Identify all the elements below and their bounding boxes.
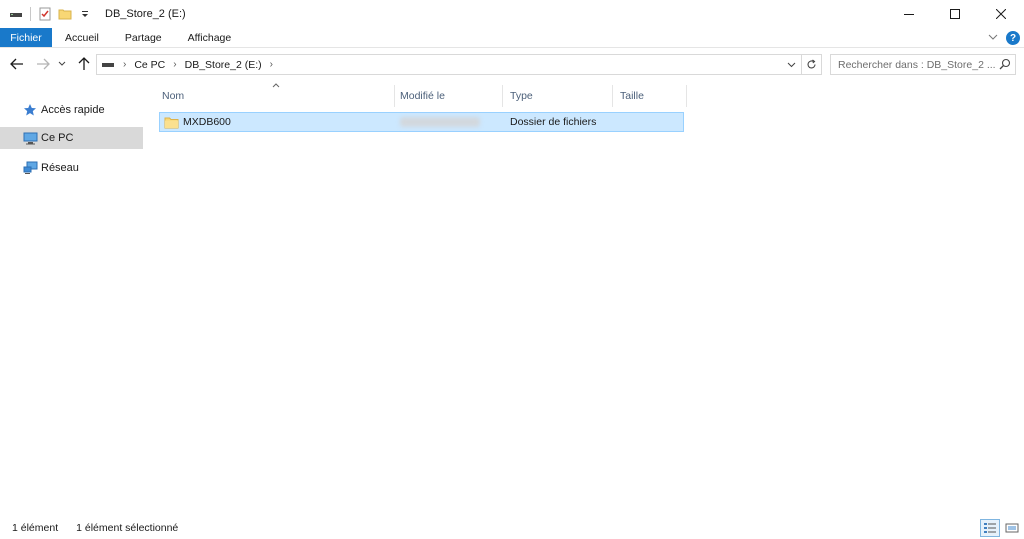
modified-cell — [400, 113, 480, 131]
large-icons-view-icon — [1005, 523, 1019, 533]
status-bar: 1 élément 1 élément sélectionné — [0, 517, 1024, 539]
selection-count: 1 élément sélectionné — [76, 522, 179, 534]
column-header-nom[interactable]: Nom — [162, 85, 394, 107]
nav-item-label: Accès rapide — [41, 104, 105, 116]
nav-item-acces-rapide[interactable]: Accès rapide — [0, 99, 143, 121]
address-dropdown-button[interactable] — [783, 57, 799, 72]
star-icon — [22, 102, 38, 118]
breadcrumb-chevron-icon[interactable]: › — [123, 59, 126, 70]
tab-affichage[interactable]: Affichage — [175, 28, 245, 47]
column-divider[interactable] — [394, 85, 395, 107]
breadcrumb-chevron-icon[interactable]: › — [173, 59, 176, 70]
new-folder-icon[interactable] — [57, 6, 73, 22]
breadcrumb-ce-pc[interactable]: Ce PC — [134, 59, 165, 71]
column-divider[interactable] — [686, 85, 687, 107]
file-list: Nom Modifié le Type Taille MXDB600 Dossi… — [143, 80, 1024, 510]
search-input[interactable] — [838, 58, 998, 71]
tab-fichier[interactable]: Fichier — [0, 28, 52, 47]
close-button[interactable] — [978, 0, 1024, 28]
column-divider[interactable] — [612, 85, 613, 107]
maximize-button[interactable] — [932, 0, 978, 28]
table-row[interactable]: MXDB600 Dossier de fichiers — [159, 112, 684, 132]
quick-access-toolbar — [0, 0, 97, 28]
close-icon — [996, 9, 1006, 19]
title-bar: DB_Store_2 (E:) — [0, 0, 1024, 28]
name-cell: MXDB600 — [164, 113, 231, 131]
details-view-button[interactable] — [980, 519, 1000, 537]
minimize-button[interactable] — [886, 0, 932, 28]
properties-icon[interactable] — [37, 6, 53, 22]
ribbon-tabs: Fichier Accueil Partage Affichage ? — [0, 28, 1024, 48]
maximize-icon — [950, 9, 960, 19]
window-title: DB_Store_2 (E:) — [105, 8, 186, 20]
nav-item-reseau[interactable]: Réseau — [0, 157, 143, 179]
toolbar-separator — [30, 7, 31, 21]
arrow-up-icon — [78, 57, 90, 70]
recent-locations-button[interactable] — [56, 55, 68, 73]
nav-item-label: Ce PC — [41, 132, 74, 144]
forward-button[interactable] — [34, 55, 52, 73]
item-count: 1 élément — [12, 522, 59, 534]
folder-icon — [164, 116, 179, 129]
arrow-left-icon — [10, 58, 23, 70]
column-divider[interactable] — [502, 85, 503, 107]
arrow-right-icon — [37, 58, 50, 70]
drive-icon[interactable] — [8, 6, 24, 22]
drive-icon — [101, 61, 115, 69]
nav-item-ce-pc[interactable]: Ce PC — [0, 127, 143, 149]
back-button[interactable] — [8, 55, 26, 73]
search-box[interactable] — [830, 54, 1016, 75]
navigation-pane: Accès rapide Ce PC Réseau — [0, 88, 143, 508]
minimize-icon — [904, 14, 914, 15]
tab-accueil[interactable]: Accueil — [52, 28, 112, 47]
tab-partage[interactable]: Partage — [112, 28, 175, 47]
navigation-bar: › Ce PC › DB_Store_2 (E:) › — [0, 52, 1024, 77]
nav-item-label: Réseau — [41, 162, 79, 174]
large-icons-view-button[interactable] — [1002, 519, 1022, 537]
chevron-down-icon — [787, 62, 795, 67]
network-icon — [22, 160, 38, 176]
address-bar[interactable]: › Ce PC › DB_Store_2 (E:) › — [96, 54, 802, 75]
up-button[interactable] — [75, 55, 93, 73]
expand-ribbon-icon[interactable] — [988, 32, 998, 44]
chevron-down-icon — [58, 61, 66, 66]
search-icon[interactable] — [999, 58, 1011, 73]
details-view-icon — [984, 523, 996, 533]
column-header-taille[interactable]: Taille — [620, 85, 686, 107]
computer-icon — [22, 130, 38, 146]
refresh-icon — [807, 59, 816, 69]
customize-toolbar-icon[interactable] — [77, 6, 93, 22]
column-header-type[interactable]: Type — [510, 85, 612, 107]
help-icon[interactable]: ? — [1006, 31, 1020, 45]
refresh-button[interactable] — [802, 54, 822, 75]
file-name: MXDB600 — [183, 116, 231, 128]
column-header-modifie[interactable]: Modifié le — [400, 85, 502, 107]
redacted-date — [400, 117, 480, 127]
type-cell: Dossier de fichiers — [510, 116, 597, 128]
breadcrumb-db-store[interactable]: DB_Store_2 (E:) — [185, 59, 262, 71]
breadcrumb-chevron-icon[interactable]: › — [270, 59, 273, 70]
